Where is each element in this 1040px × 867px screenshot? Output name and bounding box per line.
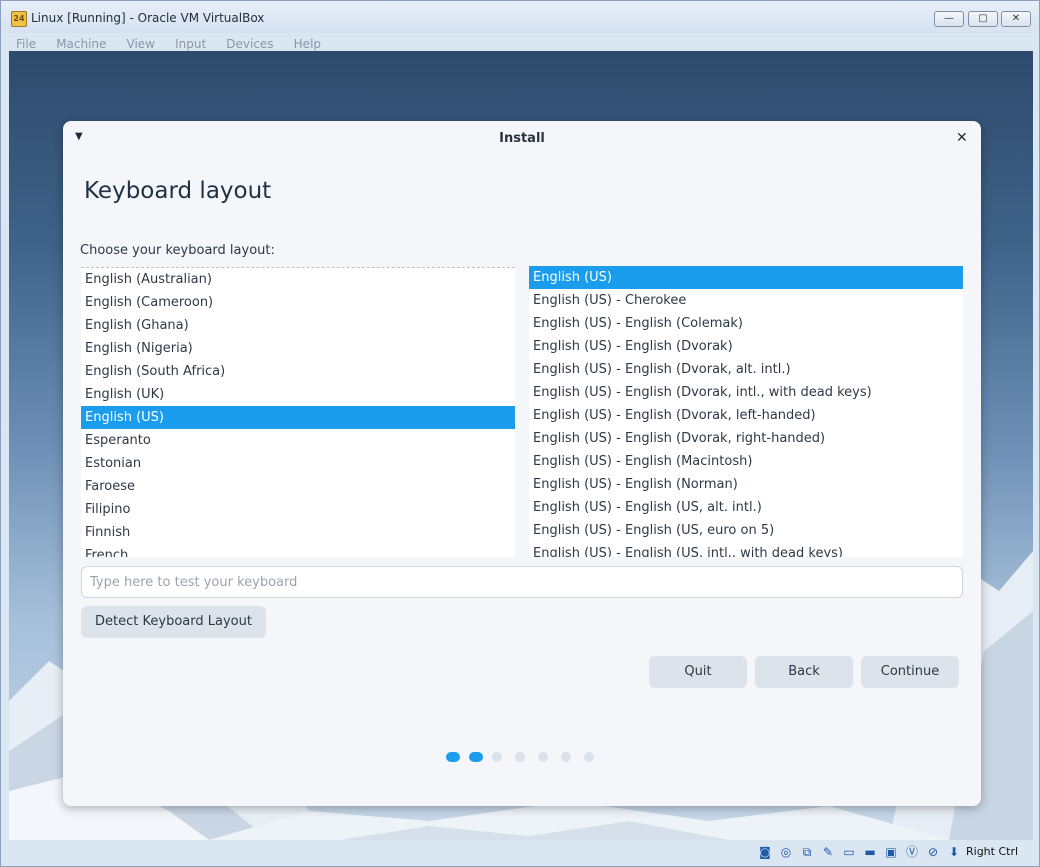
continue-button[interactable]: Continue [861, 656, 959, 688]
virtualbox-app-icon: 24 [11, 11, 27, 27]
layout-item[interactable]: Finnish [81, 521, 515, 544]
progress-dot [584, 752, 594, 762]
variant-item[interactable]: English (US) - English (US, intl., with … [529, 542, 963, 557]
variant-item[interactable]: English (US) - English (Dvorak, left-han… [529, 404, 963, 427]
progress-dot [492, 752, 502, 762]
title-bar[interactable]: 24 Linux [Running] - Oracle VM VirtualBo… [1, 1, 1039, 33]
usb-icon[interactable]: ✎ [820, 844, 836, 860]
dialog-close-icon[interactable]: ✕ [956, 130, 968, 146]
layout-item[interactable]: Estonian [81, 452, 515, 475]
variant-item[interactable]: English (US) - English (Dvorak, alt. int… [529, 358, 963, 381]
layout-item-selected[interactable]: English (US) [81, 406, 515, 429]
optical-drive-icon[interactable]: ◎ [778, 844, 794, 860]
variant-item[interactable]: English (US) - English (Dvorak, right-ha… [529, 427, 963, 450]
layout-item[interactable]: English (Australian) [81, 268, 515, 291]
keyboard-capture-icon[interactable]: ⬇ [946, 844, 962, 860]
layout-item[interactable]: Esperanto [81, 429, 515, 452]
progress-dot [538, 752, 548, 762]
variant-list[interactable]: English (US) English (US) - Cherokee Eng… [529, 266, 963, 557]
layout-item[interactable]: English (UK) [81, 383, 515, 406]
mouse-integration-icon[interactable]: ⊘ [925, 844, 941, 860]
variant-item[interactable]: English (US) - English (Norman) [529, 473, 963, 496]
detect-keyboard-layout-button[interactable]: Detect Keyboard Layout [81, 606, 266, 638]
back-button[interactable]: Back [755, 656, 853, 688]
guest-display[interactable]: ▼ Install ✕ Keyboard layout Choose your … [9, 51, 1033, 840]
layout-item[interactable]: English (Nigeria) [81, 337, 515, 360]
progress-dot [469, 752, 483, 762]
layout-item[interactable]: Faroese [81, 475, 515, 498]
close-button[interactable]: ✕ [1001, 11, 1031, 27]
variant-item[interactable]: English (US) - Cherokee [529, 289, 963, 312]
variant-item[interactable]: English (US) - English (US, euro on 5) [529, 519, 963, 542]
progress-dot [561, 752, 571, 762]
dialog-title: Install [499, 131, 545, 146]
display-icon[interactable]: ▬ [862, 844, 878, 860]
variant-item[interactable]: English (US) - English (Colemak) [529, 312, 963, 335]
layout-list[interactable]: English (Australian) English (Cameroon) … [81, 267, 515, 557]
variant-item[interactable]: English (US) - English (US, alt. intl.) [529, 496, 963, 519]
layout-item[interactable]: English (Ghana) [81, 314, 515, 337]
video-capture-icon[interactable]: ▣ [883, 844, 899, 860]
vt-x-icon[interactable]: Ⓥ [904, 844, 920, 860]
variant-item-selected[interactable]: English (US) [529, 266, 963, 289]
layout-prompt: Choose your keyboard layout: [80, 243, 275, 258]
layout-item[interactable]: English (South Africa) [81, 360, 515, 383]
variant-item[interactable]: English (US) - English (Macintosh) [529, 450, 963, 473]
layout-item[interactable]: French [81, 544, 515, 557]
virtualbox-window: 24 Linux [Running] - Oracle VM VirtualBo… [0, 0, 1040, 867]
variant-item[interactable]: English (US) - English (Dvorak) [529, 335, 963, 358]
install-dialog: ▼ Install ✕ Keyboard layout Choose your … [63, 121, 981, 806]
progress-dot [446, 752, 460, 762]
layout-item[interactable]: English (Cameroon) [81, 291, 515, 314]
host-key-label: Right Ctrl [966, 845, 1019, 858]
hard-disk-icon[interactable]: ◙ [757, 844, 773, 860]
page-title: Keyboard layout [84, 178, 272, 204]
quit-button[interactable]: Quit [649, 656, 747, 688]
network-icon[interactable]: ⧉ [799, 844, 815, 860]
layout-item[interactable]: Filipino [81, 498, 515, 521]
progress-dot [515, 752, 525, 762]
minimize-button[interactable]: — [934, 11, 964, 27]
menu-bar: File Machine View Input Devices Help [1, 33, 1039, 51]
variant-item[interactable]: English (US) - English (Dvorak, intl., w… [529, 381, 963, 404]
window-title: Linux [Running] - Oracle VM VirtualBox [31, 11, 265, 25]
shared-folders-icon[interactable]: ▭ [841, 844, 857, 860]
keyboard-test-input[interactable] [81, 566, 963, 598]
status-bar: ◙ ◎ ⧉ ✎ ▭ ▬ ▣ Ⓥ ⊘ ⬇ Right Ctrl [1, 840, 1039, 866]
maximize-button[interactable]: ▢ [968, 11, 998, 27]
